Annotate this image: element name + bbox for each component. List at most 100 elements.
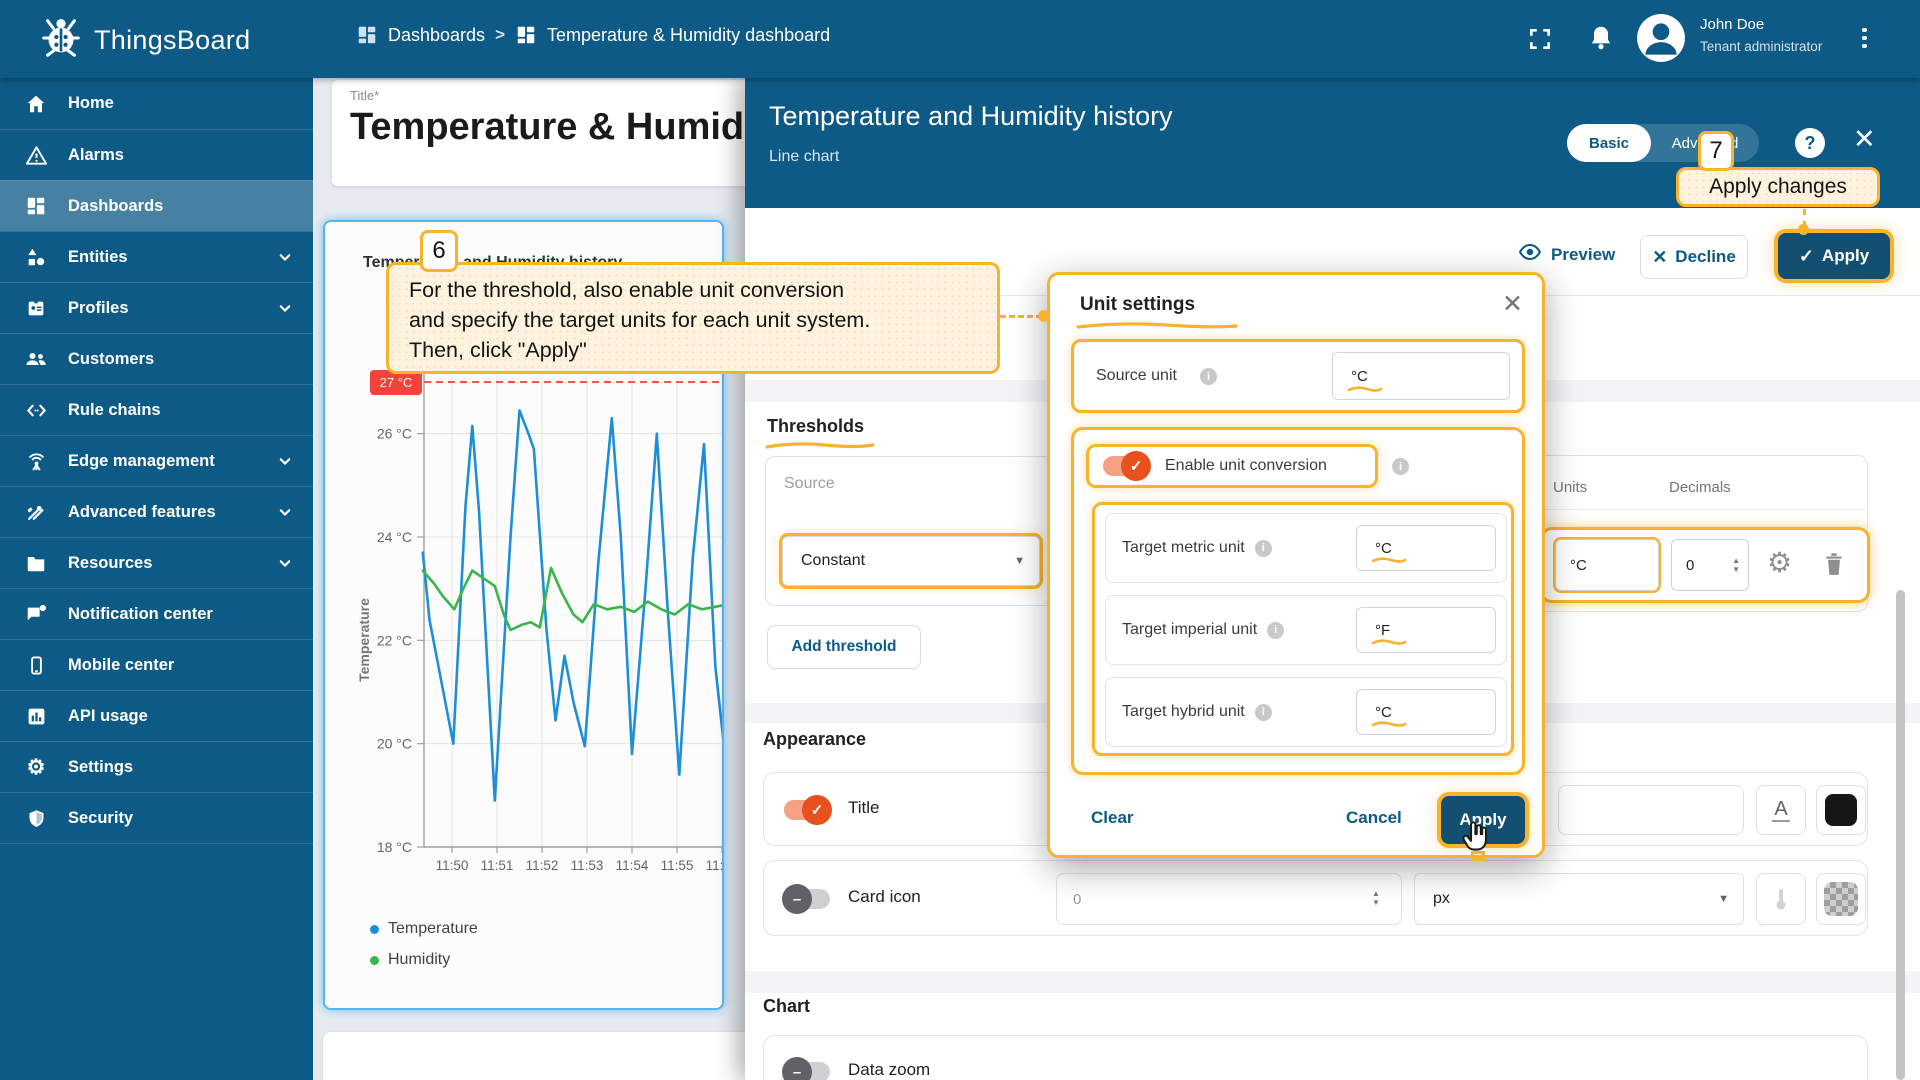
chevron-down-icon [275, 298, 295, 323]
notifications-bell-icon[interactable] [1588, 24, 1614, 57]
toggle-minus-icon: – [782, 884, 812, 914]
thermometer-icon [1776, 889, 1786, 910]
apply-changes-button[interactable]: ✓ Apply [1778, 233, 1890, 279]
dashboard-grid-icon [24, 194, 48, 218]
sidebar-item-edge-management[interactable]: Edge management [0, 435, 313, 486]
home-icon [24, 92, 48, 116]
legend-dot-humidity [370, 955, 379, 965]
sidebar-item-customers[interactable]: Customers [0, 333, 313, 384]
gear-icon: ⚙ [26, 755, 46, 779]
sidebar-item-home[interactable]: Home [0, 78, 313, 129]
add-threshold-button[interactable]: Add threshold [767, 625, 921, 669]
chevron-down-icon: ▼ [1014, 555, 1025, 567]
icon-color-button[interactable] [1816, 873, 1866, 925]
card-icon-toggle[interactable]: – [782, 884, 830, 914]
key-settings-gear-icon[interactable]: ⚙ [1767, 546, 1792, 579]
top-bar: ThingsBoard Dashboards > Temperature & H… [0, 0, 1920, 78]
dashboard-edit-canvas: Title* Temperature & Humidity dashboard … [313, 78, 760, 1080]
sidebar-item-rule-chains[interactable]: Rule chains [0, 384, 313, 435]
warning-icon [24, 143, 48, 167]
units-input[interactable]: °C [1555, 539, 1659, 591]
data-zoom-label: Data zoom [848, 1060, 931, 1079]
kebab-menu-icon[interactable] [1862, 24, 1867, 52]
stepper-arrows-icon[interactable]: ▲ ▼ [1732, 556, 1740, 574]
svg-text:26 °C: 26 °C [377, 426, 412, 442]
breadcrumb-dashboards[interactable]: Dashboards [388, 25, 485, 46]
sidebar-item-advanced-features[interactable]: Advanced features [0, 486, 313, 537]
help-button[interactable]: ? [1795, 128, 1825, 158]
widget-title-input[interactable] [1558, 785, 1744, 835]
highlight-underline [1371, 721, 1407, 727]
enable-conversion-label: Enable unit conversion [1165, 457, 1327, 474]
threshold-type-select[interactable]: Constant ▼ [782, 536, 1040, 586]
tab-basic[interactable]: Basic [1567, 124, 1651, 162]
icon-size-input[interactable] [1056, 873, 1402, 925]
breadcrumb-current: Temperature & Humidity dashboard [547, 24, 831, 45]
target-hybrid-label: Target hybrid unit [1122, 703, 1245, 720]
people-icon [24, 347, 48, 371]
chart-heading: Chart [763, 996, 811, 1016]
close-icon[interactable]: ✕ [1502, 289, 1523, 319]
highlight-underline [1371, 557, 1407, 563]
sidebar-item-settings[interactable]: ⚙ Settings [0, 741, 313, 792]
svg-text:11:56: 11:56 [706, 858, 724, 873]
title-toggle[interactable]: ✓ [784, 795, 832, 825]
user-info[interactable]: John Doe Tenant administrator [1700, 16, 1822, 54]
close-icon: ✕ [1652, 246, 1668, 267]
sidebar-item-dashboards[interactable]: Dashboards [0, 180, 313, 231]
svg-text:11:53: 11:53 [571, 858, 604, 873]
info-icon: i [1267, 621, 1285, 639]
decimals-stepper[interactable]: 0 ▲ ▼ [1671, 539, 1749, 591]
enable-unit-conversion-toggle[interactable]: ✓ [1103, 451, 1151, 481]
font-style-button[interactable]: A [1756, 785, 1806, 835]
sidebar-item-resources[interactable]: Resources [0, 537, 313, 588]
sidebar-item-alarms[interactable]: Alarms [0, 129, 313, 180]
icon-picker-button[interactable] [1756, 873, 1806, 925]
color-swatch-black [1825, 794, 1857, 826]
breadcrumb-separator: > [495, 25, 505, 44]
target-hybrid-input[interactable]: °C [1356, 689, 1496, 735]
source-unit-input[interactable]: °C [1332, 352, 1510, 400]
mouse-cursor [1458, 818, 1494, 861]
tutorial-step7-tooltip: Apply changes [1676, 167, 1880, 207]
preview-button[interactable]: Preview [1518, 243, 1615, 265]
sidebar-item-notification-center[interactable]: Notification center [0, 588, 313, 639]
editor-title: Temperature and Humidity history [769, 101, 1173, 131]
legend-item-temperature[interactable]: Temperature [370, 920, 478, 938]
highlight-underline [765, 442, 875, 449]
fullscreen-icon[interactable] [1527, 26, 1553, 57]
sidebar-item-api-usage[interactable]: API usage [0, 690, 313, 741]
color-swatch-transparent [1824, 882, 1858, 916]
highlight-underline [1371, 639, 1407, 645]
card-icon-setting-label: Card icon [848, 887, 921, 906]
legend-item-humidity[interactable]: Humidity [370, 951, 478, 969]
avatar[interactable] [1636, 13, 1686, 68]
logo[interactable]: ThingsBoard [38, 13, 250, 68]
thresholds-heading: Thresholds [767, 416, 865, 436]
message-icon [24, 602, 48, 626]
cancel-button[interactable]: Cancel [1346, 808, 1402, 828]
data-zoom-toggle[interactable]: – [782, 1057, 830, 1080]
stepper-arrows-icon[interactable]: ▲ ▼ [1372, 889, 1380, 907]
sidebar-item-security[interactable]: Security [0, 792, 313, 843]
sidebar-item-mobile-center[interactable]: Mobile center [0, 639, 313, 690]
eye-icon [1518, 243, 1542, 265]
drawer-scrollbar[interactable] [1896, 590, 1905, 1080]
close-icon[interactable]: ✕ [1853, 124, 1876, 155]
source-unit-label: Source unit [1096, 367, 1177, 384]
logo-text: ThingsBoard [94, 25, 251, 55]
sidebar-item-entities[interactable]: Entities [0, 231, 313, 282]
tutorial-connector-dot [1038, 310, 1050, 322]
svg-text:11:55: 11:55 [661, 858, 694, 873]
editor-subtitle: Line chart [769, 148, 840, 165]
target-imperial-input[interactable]: °F [1356, 607, 1496, 653]
title-color-button[interactable] [1816, 785, 1866, 835]
dashboard-title-field[interactable]: Title* Temperature & Humidity dashboard [332, 80, 752, 186]
delete-key-trash-icon[interactable] [1821, 548, 1847, 583]
target-metric-input[interactable]: °C [1356, 525, 1496, 571]
icon-size-unit-select[interactable]: px ▼ [1414, 873, 1744, 925]
clear-button[interactable]: Clear [1091, 808, 1134, 828]
decline-button[interactable]: ✕ Decline [1640, 235, 1748, 279]
sidebar-item-profiles[interactable]: Profiles [0, 282, 313, 333]
svg-text:11:52: 11:52 [526, 858, 559, 873]
